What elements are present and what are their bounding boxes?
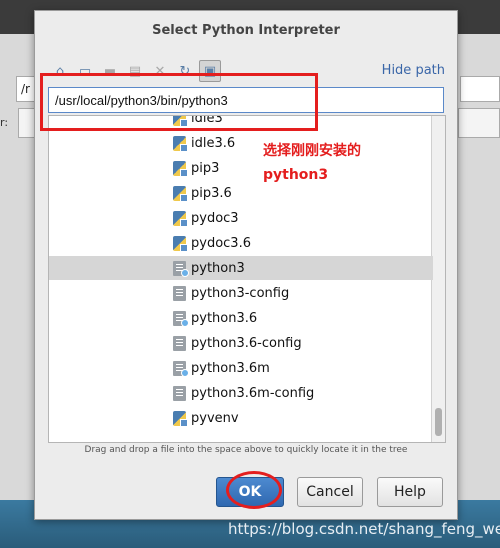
file-row[interactable]: pydoc3 [49,206,433,230]
background-label: r: [0,116,9,129]
file-label: python3 [191,260,245,276]
file-label: pip3 [191,160,220,176]
file-row[interactable]: python3.6 [49,306,433,330]
background-input-right[interactable] [460,76,500,102]
file-label: idle3.6 [191,135,236,151]
hide-path-link[interactable]: Hide path [382,63,445,78]
annotation-line-2: python3 [263,167,329,183]
file-row[interactable]: python3-config [49,281,433,305]
watermark: https://blog.csdn.net/shang_feng_wei [228,520,500,538]
file-label: python3.6 [191,310,258,326]
tree-scrollbar[interactable] [431,116,445,442]
annotation-text: 选择刚刚安装的 python3 [263,139,361,187]
text-file-icon [173,385,186,401]
file-row[interactable]: idle3.6 [49,131,433,155]
file-row[interactable]: pip3.6 [49,181,433,205]
python-file-icon [173,410,188,427]
file-label: python3.6-config [191,335,302,351]
file-label: python3.6m [191,360,270,376]
symlink-file-icon [173,260,189,277]
annotation-line-1: 选择刚刚安装的 [263,143,361,159]
annotation-ok-circle [226,471,282,509]
file-row[interactable]: pydoc3.6 [49,231,433,255]
file-tree[interactable]: idle3 idle3.6 pip3 pip3.6 pydoc3 pydoc3.6 pyth… [48,115,446,443]
python-file-icon [173,160,188,177]
file-label: pip3.6 [191,185,232,201]
dialog-title: Select Python Interpreter [152,23,340,38]
text-file-icon [173,285,186,301]
python-file-icon [173,185,188,202]
background-combo-right[interactable] [458,108,500,138]
file-label: python3.6m-config [191,385,315,401]
symlink-file-icon [173,310,189,327]
file-row[interactable]: pyvenv [49,406,433,430]
symlink-file-icon [173,360,189,377]
annotation-highlight-box [40,73,318,131]
text-file-icon [173,335,186,351]
file-label: pyvenv [191,410,239,426]
select-interpreter-dialog: Select Python Interpreter ⌂ ▭ ▬ ▤ ✕ ↻ ▣ Hide p… [34,10,458,520]
file-row[interactable]: pip3 [49,156,433,180]
file-label: pydoc3.6 [191,235,251,251]
file-label: python3-config [191,285,290,301]
file-row[interactable]: python3.6m-config [49,381,433,405]
file-row[interactable]: python3.6m [49,356,433,380]
python-file-icon [173,210,188,227]
file-label: pydoc3 [191,210,239,226]
python-file-icon [173,235,188,252]
help-button[interactable]: Help [377,477,443,507]
scrollbar-thumb[interactable] [435,408,442,436]
file-row[interactable]: python3.6-config [49,331,433,355]
python-file-icon [173,135,188,152]
file-row[interactable]: python3 [49,256,433,280]
cancel-button[interactable]: Cancel [297,477,363,507]
drag-drop-hint: Drag and drop a file into the space abov… [84,445,408,455]
